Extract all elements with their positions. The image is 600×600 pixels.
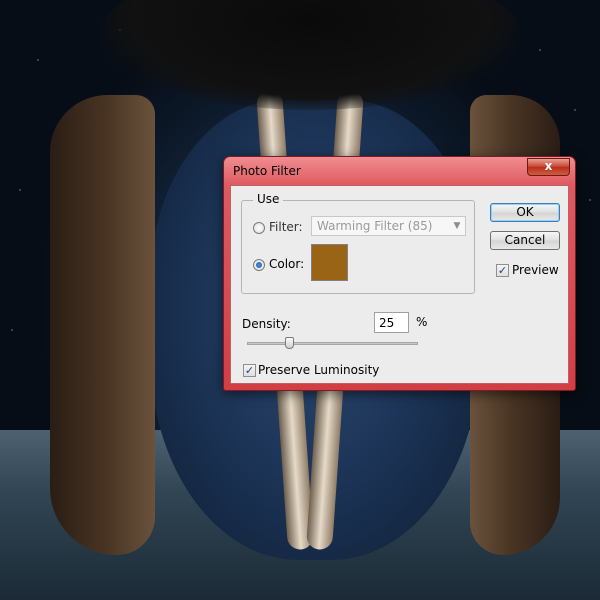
preview-label: Preview <box>512 263 559 277</box>
checkmark-icon: ✓ <box>244 364 255 377</box>
filter-label: Filter: <box>269 220 303 234</box>
density-label: Density: <box>242 317 291 331</box>
density-input[interactable]: 25 <box>374 312 409 333</box>
checkmark-icon: ✓ <box>497 264 508 277</box>
filter-dropdown[interactable]: Warming Filter (85) ▼ <box>311 216 466 236</box>
filter-dropdown-value: Warming Filter (85) <box>317 219 433 233</box>
chevron-down-icon: ▼ <box>453 221 461 231</box>
dialog-titlebar[interactable]: Photo Filter x <box>224 157 575 185</box>
artwork-face-left <box>50 95 155 555</box>
color-radio[interactable] <box>253 259 265 271</box>
use-group: Use Filter: Warming Filter (85) ▼ Color: <box>241 192 475 294</box>
cancel-button[interactable]: Cancel <box>490 231 560 250</box>
dialog-client-area: Use Filter: Warming Filter (85) ▼ Color:… <box>230 185 569 384</box>
density-slider-track[interactable] <box>247 342 418 345</box>
close-button[interactable]: x <box>527 158 570 176</box>
dialog-title: Photo Filter <box>233 164 301 178</box>
use-group-legend: Use <box>253 192 284 206</box>
color-swatch[interactable] <box>311 244 348 281</box>
preserve-luminosity-label: Preserve Luminosity <box>258 363 380 377</box>
preserve-luminosity-checkbox[interactable]: ✓ <box>243 364 256 377</box>
preview-checkbox[interactable]: ✓ <box>496 264 509 277</box>
density-unit: % <box>416 315 428 329</box>
density-slider-thumb[interactable] <box>285 337 295 349</box>
ok-button[interactable]: OK <box>490 203 560 222</box>
photo-filter-dialog: Photo Filter x Use Filter: Warming Filte… <box>223 156 576 391</box>
color-label: Color: <box>269 257 305 271</box>
close-icon: x <box>544 159 553 173</box>
filter-radio[interactable] <box>253 222 265 234</box>
